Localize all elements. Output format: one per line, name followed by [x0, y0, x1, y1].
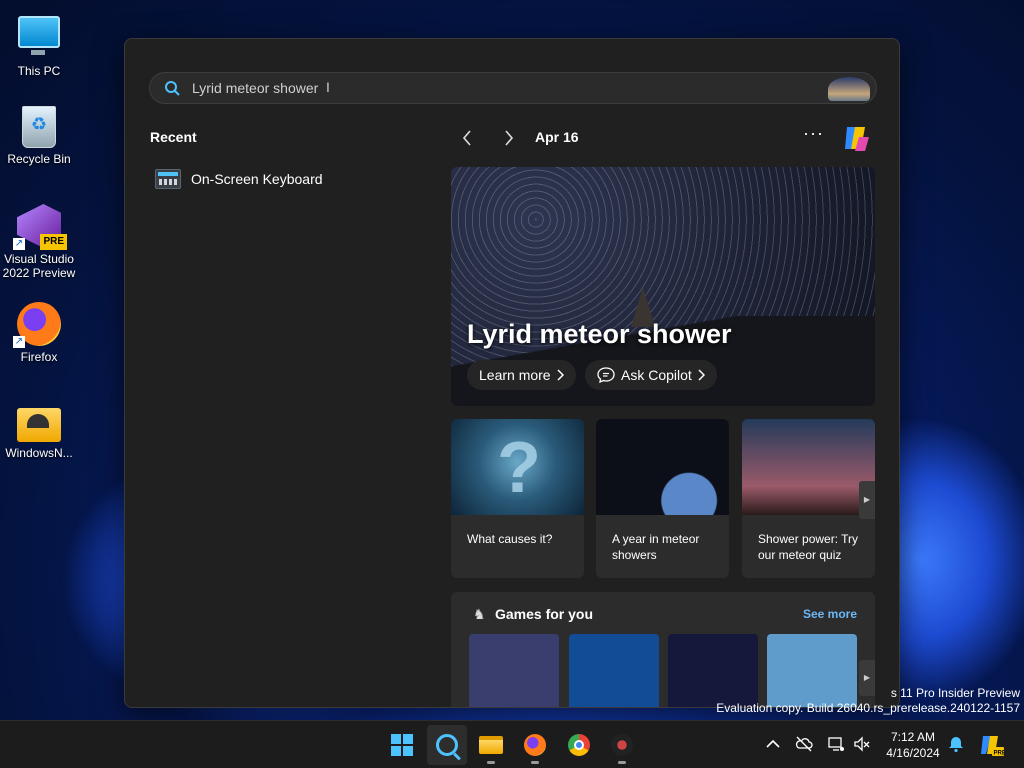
search-box[interactable]: I [149, 72, 877, 104]
hero-headline: Lyrid meteor shower [467, 319, 732, 349]
app-icon [611, 734, 633, 756]
chess-knight-icon: ♞ [473, 606, 486, 622]
recent-item-label: On-Screen Keyboard [191, 171, 323, 187]
card-text: Shower power: Try our meteor quiz [758, 532, 859, 562]
next-day-button[interactable] [497, 125, 521, 151]
watermark-build: Evaluation copy. Build 26040.rs_prerelea… [716, 701, 1020, 715]
scroll-right-arrow[interactable]: ▶ [859, 660, 875, 696]
chevron-right-icon [505, 130, 514, 146]
svg-text:PRE: PRE [994, 751, 1005, 757]
chrome-icon [568, 734, 590, 756]
recent-heading: Recent [150, 129, 197, 145]
game-tile[interactable] [668, 634, 758, 707]
firefox-icon [524, 734, 546, 756]
more-options-button[interactable]: ··· [803, 123, 824, 144]
chat-icon [597, 367, 615, 383]
copilot-taskbar-icon[interactable]: PRE [980, 733, 1004, 757]
taskbar-app[interactable] [602, 725, 642, 765]
scroll-right-arrow[interactable]: ▶ [859, 481, 875, 519]
desktop-icon-recycle-bin[interactable]: Recycle Bin [2, 106, 76, 166]
desktop-icon-label: Recycle Bin [7, 152, 71, 166]
watermark-edition: s 11 Pro Insider Preview [890, 686, 1020, 700]
system-clock[interactable]: 7:12 AM 4/16/2024 [880, 729, 946, 761]
game-tile[interactable] [569, 634, 659, 707]
desktop-icon-firefox[interactable]: ↗ Firefox [2, 302, 76, 364]
search-input[interactable] [192, 77, 792, 99]
taskbar-firefox[interactable] [515, 725, 555, 765]
taskbar-chrome[interactable] [559, 725, 599, 765]
game-tile[interactable] [469, 634, 559, 707]
folder-icon [17, 408, 61, 442]
card-what-causes-it[interactable]: What causes it? [451, 419, 584, 578]
preview-badge: PRE [40, 234, 67, 250]
highlights-date: Apr 16 [535, 129, 579, 145]
card-year-in-meteor-showers[interactable]: A year in meteor showers [596, 419, 729, 578]
chevron-right-icon [557, 369, 564, 381]
desktop-icon-windowsn[interactable]: WindowsN... [2, 400, 76, 460]
highlights-nav: Apr 16 ··· [451, 123, 875, 153]
copilot-icon[interactable] [841, 123, 871, 153]
network-icon[interactable] [827, 735, 845, 753]
chevron-up-icon[interactable] [764, 735, 782, 753]
file-explorer-icon [479, 736, 503, 754]
card-meteor-quiz[interactable]: Shower power: Try our meteor quiz [742, 419, 875, 578]
ask-copilot-button[interactable]: Ask Copilot [585, 360, 717, 390]
computer-icon [17, 16, 61, 60]
desktop-icon-label: Firefox [20, 350, 58, 364]
hero-card[interactable]: Lyrid meteor shower Learn more Ask Copil… [451, 167, 875, 406]
clock-date: 4/16/2024 [886, 746, 940, 760]
card-text: A year in meteor showers [612, 532, 700, 562]
search-icon [436, 734, 458, 756]
ask-copilot-label: Ask Copilot [621, 367, 692, 383]
windows-logo-icon [391, 734, 413, 756]
taskbar-search-button[interactable] [427, 725, 467, 765]
start-button[interactable] [382, 725, 422, 765]
question-mark-image [451, 419, 584, 515]
highlight-cards: What causes it? A year in meteor showers… [451, 419, 875, 578]
recent-item-on-screen-keyboard[interactable]: On-Screen Keyboard [155, 167, 323, 191]
clock-time: 7:12 AM [890, 730, 936, 744]
learn-more-button[interactable]: Learn more [467, 360, 576, 390]
chevron-left-icon [462, 130, 471, 146]
game-tile[interactable] [767, 634, 857, 707]
desktop-icon-label: Visual Studio 2022 Preview [2, 252, 76, 280]
search-panel: I Recent On-Screen Keyboard Apr 16 ··· L… [124, 38, 900, 708]
games-section: ♞ Games for you See more ▶ [451, 592, 875, 707]
see-more-link[interactable]: See more [803, 607, 857, 621]
learn-more-label: Learn more [479, 367, 551, 383]
meteor-earth-image [596, 419, 729, 515]
text-cursor-icon: I [326, 79, 330, 95]
search-icon [165, 81, 180, 96]
desktop-icon-this-pc[interactable]: This PC [2, 10, 76, 78]
chevron-right-icon [698, 369, 705, 381]
previous-day-button[interactable] [455, 125, 479, 151]
volume-muted-icon[interactable] [853, 735, 871, 753]
recycle-bin-icon [22, 106, 56, 148]
desktop-icon-label: WindowsN... [5, 446, 73, 460]
taskbar: 7:12 AM 4/16/2024 PRE [0, 720, 1024, 768]
desktop-icon-visual-studio[interactable]: PRE ↗ Visual Studio 2022 Preview [2, 204, 76, 280]
taskbar-file-explorer[interactable] [471, 725, 511, 765]
shortcut-arrow-icon: ↗ [13, 336, 25, 348]
cloud-offline-icon[interactable] [795, 735, 813, 753]
desktop-icon-label: This PC [17, 64, 61, 78]
radio-telescopes-image [742, 419, 875, 515]
notification-bell-icon[interactable] [947, 735, 965, 753]
search-highlight-image[interactable] [828, 77, 870, 101]
card-text: What causes it? [467, 532, 553, 546]
shortcut-arrow-icon: ↗ [13, 238, 25, 250]
games-heading: Games for you [495, 606, 594, 622]
keyboard-icon [155, 169, 181, 189]
